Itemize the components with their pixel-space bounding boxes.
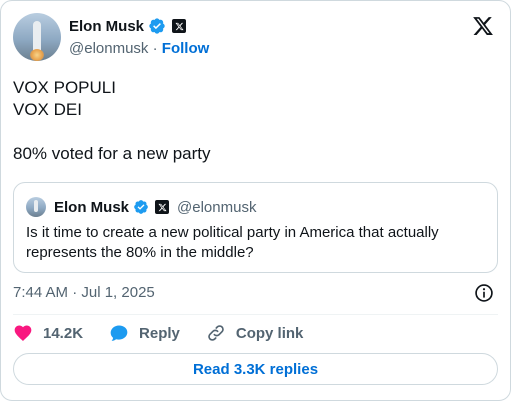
x-affiliate-badge-icon	[172, 19, 187, 33]
quoted-tweet[interactable]: Elon Musk @elonmusk Is it time to create…	[13, 182, 498, 273]
author-display-name[interactable]: Elon Musk	[69, 18, 144, 35]
author-handle-row: @elonmusk · Follow	[69, 40, 209, 57]
handle-separator: ·	[148, 40, 162, 57]
tweet-text: VOX POPULI VOX DEI 80% voted for a new p…	[13, 77, 211, 165]
quoted-tweet-header: Elon Musk @elonmusk	[26, 197, 256, 217]
verified-badge-icon	[149, 18, 165, 34]
reply-label: Reply	[139, 324, 180, 342]
quoted-author-avatar	[26, 197, 46, 217]
x-affiliate-badge-icon	[155, 200, 170, 214]
copy-link-button[interactable]: Copy link	[206, 323, 304, 343]
tweet-line: VOX POPULI	[13, 78, 116, 97]
avatar-flame-graphic	[30, 49, 44, 61]
follow-button[interactable]: Follow	[162, 40, 210, 57]
like-count: 14.2K	[43, 324, 84, 342]
tweet-line-gap	[13, 121, 211, 143]
x-logo-icon[interactable]	[472, 15, 494, 37]
heart-icon	[14, 325, 32, 342]
author-avatar[interactable]	[13, 13, 61, 61]
tweet-line: VOX DEI	[13, 100, 82, 119]
avatar-rocket-graphic	[34, 200, 38, 212]
link-icon	[208, 325, 224, 341]
divider	[13, 314, 498, 315]
copy-link-label: Copy link	[235, 324, 304, 342]
quoted-author-name: Elon Musk	[54, 198, 130, 216]
action-bar: 14.2K Reply Copy link	[13, 323, 329, 343]
verified-badge-icon	[134, 200, 148, 214]
quoted-author-handle: @elonmusk	[177, 198, 257, 216]
reply-bubble-icon	[110, 325, 128, 341]
like-button[interactable]: 14.2K	[13, 323, 83, 343]
info-icon[interactable]	[474, 283, 494, 303]
avatar-rocket-graphic	[33, 21, 41, 51]
reply-button[interactable]: Reply	[109, 323, 180, 343]
tweet-timestamp[interactable]: 7:44 AM · Jul 1, 2025	[13, 284, 155, 301]
tweet-card: Elon Musk @elonmusk · Follow VOX POPULI …	[0, 0, 511, 401]
tweet-line: 80% voted for a new party	[13, 144, 211, 163]
tweet-header: Elon Musk @elonmusk · Follow	[13, 13, 498, 63]
author-name-row: Elon Musk	[69, 17, 187, 35]
author-handle[interactable]: @elonmusk	[69, 40, 148, 57]
read-replies-button[interactable]: Read 3.3K replies	[13, 353, 498, 385]
quoted-tweet-text: Is it time to create a new political par…	[26, 224, 439, 261]
